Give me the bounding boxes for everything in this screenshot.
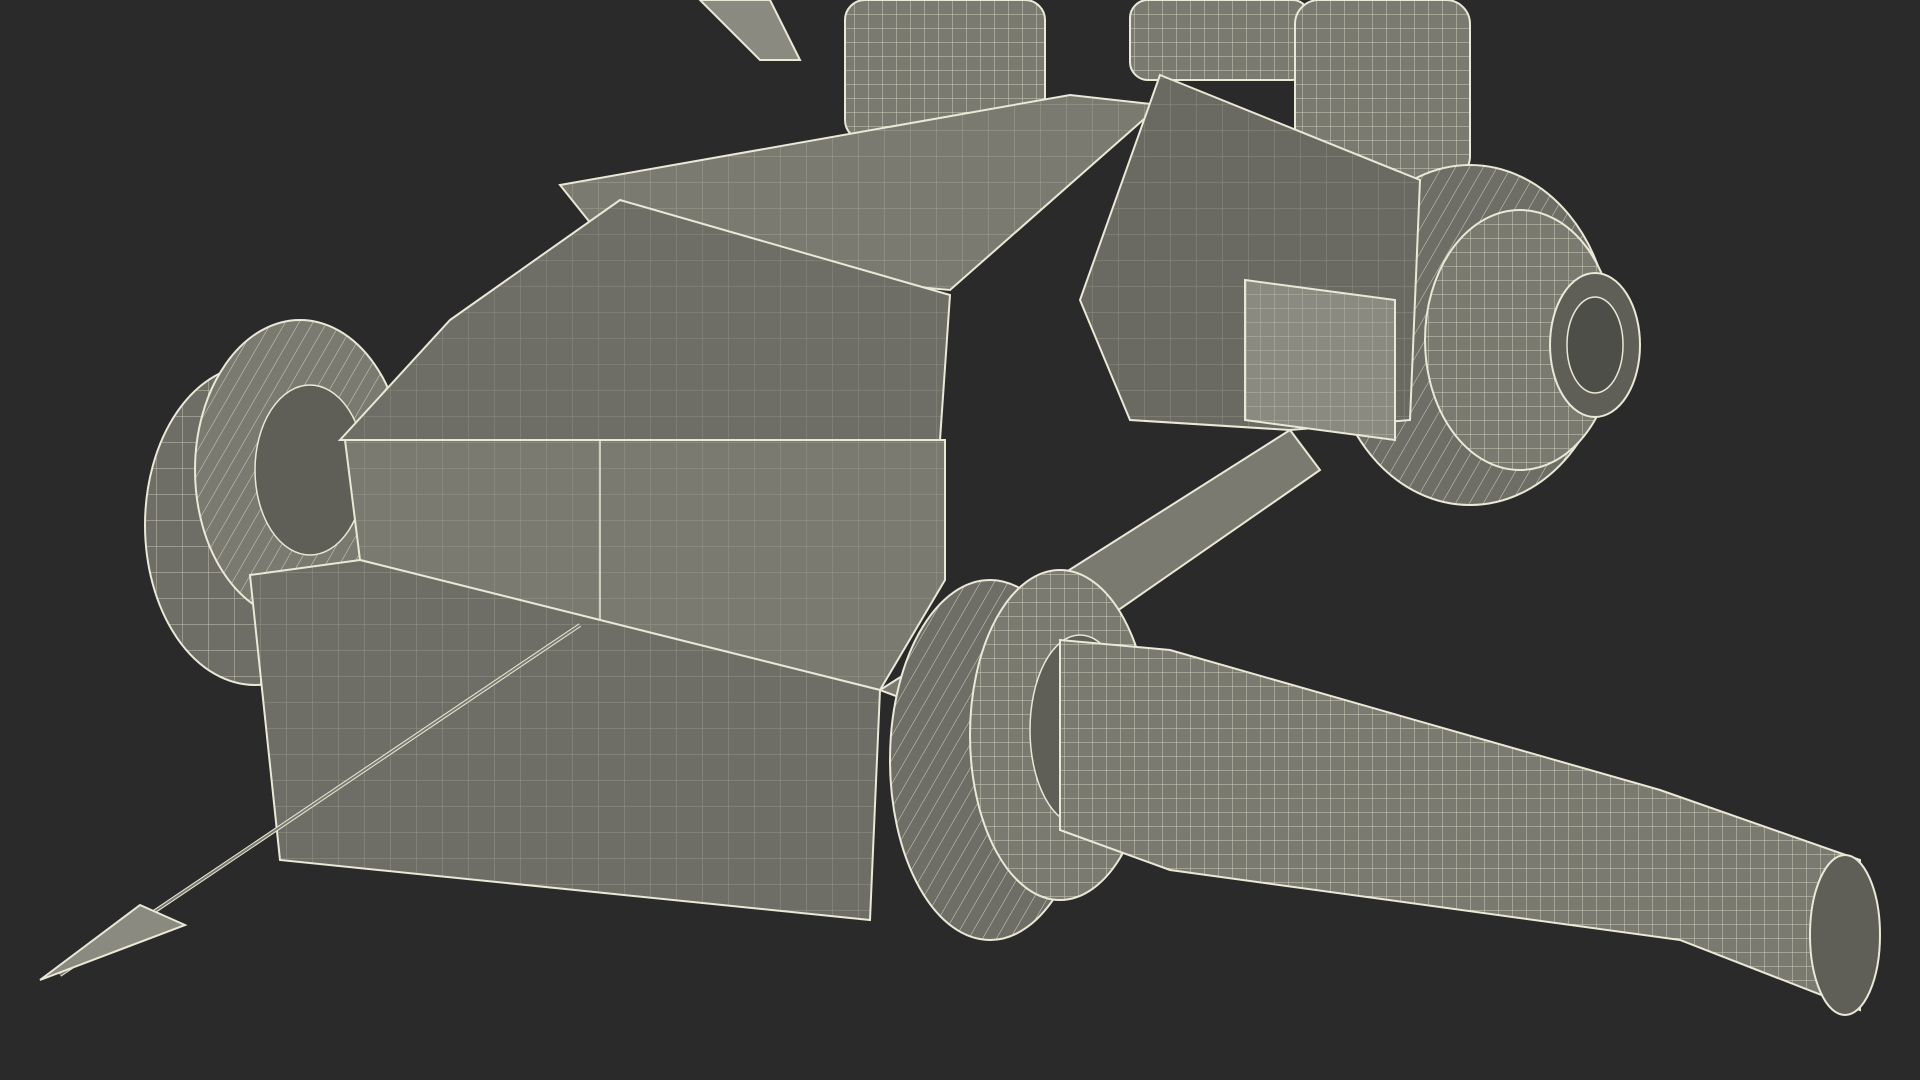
render-viewport	[0, 0, 1920, 1080]
handle-end	[1809, 854, 1881, 1016]
axle-bracket	[1244, 278, 1396, 442]
